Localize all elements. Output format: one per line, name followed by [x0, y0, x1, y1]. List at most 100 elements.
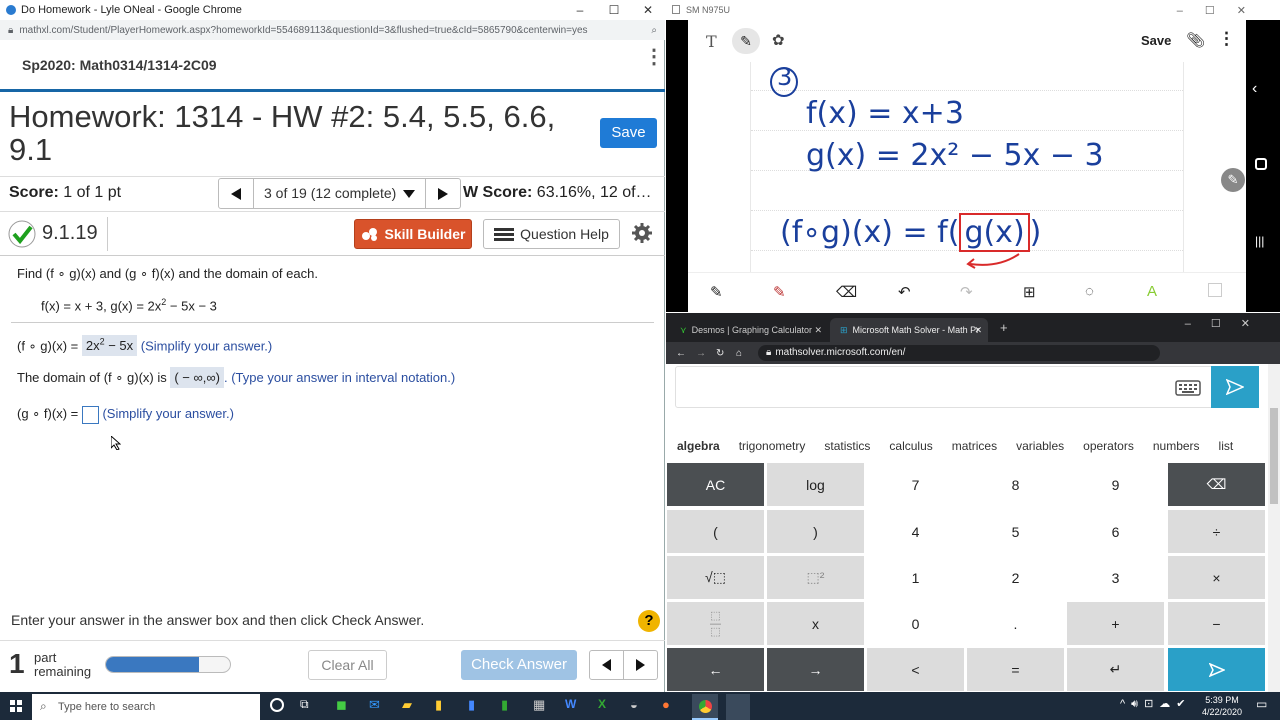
notes-save-button[interactable]: Save: [1141, 33, 1171, 48]
system-tray-icons[interactable]: ^🔊︎⊡☁✔: [1120, 697, 1192, 711]
attach-icon[interactable]: 📎︎: [1186, 31, 1205, 49]
key-left-paren[interactable]: (: [667, 510, 764, 553]
next-question-button[interactable]: [426, 179, 460, 208]
chrome-taskbar-icon[interactable]: [692, 694, 718, 720]
category-tab-operators[interactable]: operators: [1083, 439, 1134, 453]
key-1[interactable]: 1: [867, 556, 964, 599]
url-field[interactable]: 🔒︎ mathsolver.microsoft.com/en/: [758, 345, 1160, 361]
brush-tool-icon[interactable]: ✿: [772, 31, 785, 49]
reload-icon[interactable]: ↻: [716, 348, 736, 359]
category-tab-matrices[interactable]: matrices: [952, 439, 997, 453]
word-icon[interactable]: W: [565, 697, 576, 711]
address-bar[interactable]: ← → ↻ ⌂ 🔒︎ mathsolver.microsoft.com/en/: [666, 342, 1280, 364]
close-tab-icon[interactable]: ✕: [814, 325, 822, 336]
key-2[interactable]: 2: [967, 556, 1064, 599]
key-ac[interactable]: AC: [667, 463, 764, 506]
key-solve[interactable]: [1168, 648, 1265, 691]
highlighter-icon[interactable]: ✎: [773, 283, 786, 301]
key-less-than[interactable]: <: [867, 648, 964, 691]
key-square[interactable]: ⬚²: [767, 556, 864, 599]
taskbar-search[interactable]: ⌕ Type here to search: [32, 694, 260, 720]
zoom-icon[interactable]: ⌕: [651, 25, 657, 36]
category-tab-calculus[interactable]: calculus: [889, 439, 932, 453]
floating-pen-icon[interactable]: ✎: [1221, 168, 1245, 192]
key-9[interactable]: 9: [1067, 463, 1164, 506]
app-icon[interactable]: ◼: [336, 697, 347, 713]
back-icon[interactable]: ←: [676, 348, 696, 359]
key-4[interactable]: 4: [867, 510, 964, 553]
sheets-icon[interactable]: ▮: [501, 697, 508, 713]
key-right-paren[interactable]: ): [767, 510, 864, 553]
key-enter[interactable]: ↵: [1067, 648, 1164, 691]
undo-icon[interactable]: ↶: [898, 283, 911, 301]
new-tab-icon[interactable]: +: [1000, 320, 1008, 335]
redo-icon[interactable]: ↷: [960, 283, 973, 301]
notes-window-controls[interactable]: –☐✕: [1177, 4, 1268, 17]
key-log[interactable]: log: [767, 463, 864, 506]
lasso-icon[interactable]: ◌: [1085, 283, 1094, 300]
prev-part-button[interactable]: [590, 651, 624, 679]
app-icon[interactable]: ◒: [630, 697, 638, 712]
category-tab-list[interactable]: list: [1219, 439, 1234, 453]
key-divide[interactable]: ÷: [1168, 510, 1265, 553]
more-vertical-icon[interactable]: ⋮: [1218, 29, 1235, 49]
key-sqrt[interactable]: √⬚: [667, 556, 764, 599]
app-icon[interactable]: [726, 694, 750, 720]
close-icon[interactable]: ✕: [631, 0, 665, 20]
pen-icon[interactable]: ✎: [710, 283, 723, 301]
category-tab-trigonometry[interactable]: trigonometry: [739, 439, 806, 453]
window-controls[interactable]: –☐✕: [1185, 317, 1270, 330]
windows-start-icon[interactable]: [10, 700, 22, 712]
key-cursor-right[interactable]: →: [767, 648, 864, 691]
key-backspace[interactable]: ⌫: [1168, 463, 1265, 506]
solve-button[interactable]: [1211, 366, 1259, 408]
category-tab-numbers[interactable]: numbers: [1153, 439, 1200, 453]
file-explorer-icon[interactable]: ▰: [402, 697, 412, 713]
scrollbar-thumb[interactable]: [1270, 408, 1278, 504]
gof-answer-input[interactable]: [81, 405, 99, 424]
key-7[interactable]: 7: [867, 463, 964, 506]
key-6[interactable]: 6: [1067, 510, 1164, 553]
key-x[interactable]: x: [767, 602, 864, 645]
next-part-button[interactable]: [624, 651, 657, 679]
firefox-icon[interactable]: ●: [662, 697, 670, 712]
clear-all-button[interactable]: Clear All: [308, 650, 387, 680]
text-recognize-icon[interactable]: ⊞: [1023, 283, 1036, 301]
question-help-button[interactable]: Question Help: [483, 219, 620, 249]
prev-question-button[interactable]: [219, 179, 253, 208]
category-tab-statistics[interactable]: statistics: [824, 439, 870, 453]
category-tab-algebra[interactable]: algebra: [677, 439, 720, 453]
gear-icon[interactable]: [631, 222, 653, 244]
home-icon[interactable]: ⌂: [736, 348, 758, 359]
check-answer-button[interactable]: Check Answer: [461, 650, 577, 680]
pen-tool-icon[interactable]: ✎: [732, 28, 760, 54]
slides-icon[interactable]: ▮: [435, 697, 442, 713]
notifications-icon[interactable]: ▭: [1256, 697, 1267, 711]
style-icon[interactable]: A: [1147, 283, 1157, 300]
checkbox-icon[interactable]: [1208, 283, 1222, 297]
docs-icon[interactable]: ▮: [468, 697, 475, 713]
forward-icon[interactable]: →: [696, 348, 716, 359]
eraser-icon[interactable]: ⌫: [836, 283, 857, 301]
tab-desmos[interactable]: ⋎ Desmos | Graphing Calculator ✕: [670, 318, 828, 342]
cortana-icon[interactable]: [270, 698, 284, 712]
key-8[interactable]: 8: [967, 463, 1064, 506]
text-tool-icon[interactable]: T: [706, 32, 717, 51]
more-vertical-icon[interactable]: ⋮: [644, 47, 664, 67]
home-nav-icon[interactable]: [1255, 158, 1267, 170]
task-view-icon[interactable]: ⧉: [300, 697, 309, 712]
maximize-icon[interactable]: ☐: [597, 0, 631, 20]
question-select[interactable]: 3 of 19 (12 complete): [253, 179, 426, 208]
key-3[interactable]: 3: [1067, 556, 1164, 599]
key-cursor-left[interactable]: ←: [667, 648, 764, 691]
scrollbar[interactable]: [1268, 364, 1280, 692]
key-5[interactable]: 5: [967, 510, 1064, 553]
mail-icon[interactable]: ✉: [369, 697, 380, 713]
category-tab-variables[interactable]: variables: [1016, 439, 1064, 453]
key-times[interactable]: ×: [1168, 556, 1265, 599]
save-button[interactable]: Save: [600, 118, 657, 148]
key-equals[interactable]: =: [967, 648, 1064, 691]
minimize-icon[interactable]: –: [563, 0, 597, 20]
address-bar[interactable]: 🔒︎ mathxl.com/Student/PlayerHomework.asp…: [0, 20, 665, 40]
key-0[interactable]: 0: [867, 602, 964, 645]
